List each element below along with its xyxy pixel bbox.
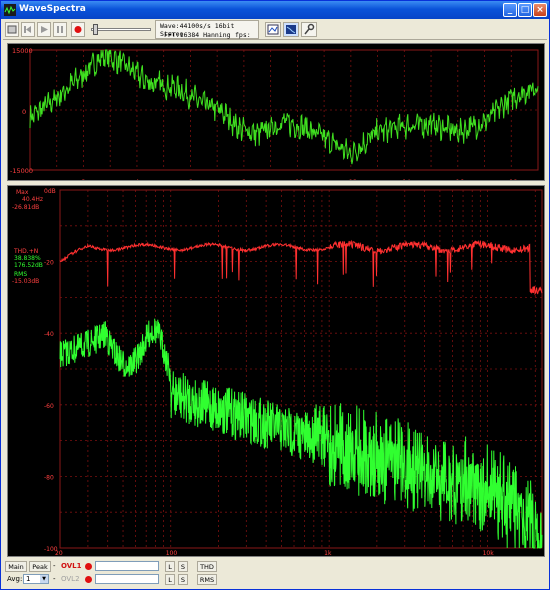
waveform-x-tick-label: 2 bbox=[81, 178, 85, 180]
avg-select[interactable]: 1 ▼ bbox=[23, 574, 49, 584]
chevron-down-icon[interactable]: ▼ bbox=[40, 575, 48, 583]
app-icon bbox=[4, 4, 16, 16]
maximize-button[interactable]: □ bbox=[518, 3, 532, 17]
ovl1-led-icon bbox=[85, 563, 92, 570]
play-icon[interactable] bbox=[37, 22, 51, 37]
fps-label: fps: bbox=[235, 31, 251, 39]
avg-label: Avg: bbox=[7, 575, 23, 583]
avg-select-value: 1 bbox=[26, 575, 31, 583]
ovl2-l-button[interactable]: L bbox=[165, 574, 175, 585]
rms-label: RMS bbox=[14, 271, 27, 278]
rms-button[interactable]: RMS bbox=[197, 574, 217, 585]
open-file-icon[interactable] bbox=[5, 22, 19, 37]
waveform-x-tick-label: 14 bbox=[402, 178, 410, 180]
thd-button[interactable]: THD bbox=[197, 561, 217, 572]
spectrum-y-tick-label: -80 bbox=[44, 474, 54, 481]
waveform-x-tick-label: 12 bbox=[349, 178, 357, 180]
spectrum-y-tick-label: -40 bbox=[44, 331, 54, 338]
thd-trace bbox=[59, 239, 543, 296]
waveform-x-tick-label: 6 bbox=[188, 178, 192, 180]
max-freq-value: 40.4Hz bbox=[22, 196, 43, 203]
waveform-x-tick-label: 18 bbox=[509, 178, 517, 180]
spectrum-x-tick-label: 20 bbox=[55, 550, 63, 556]
ovl1-s-button[interactable]: S bbox=[178, 561, 188, 572]
ovl2-s-button[interactable]: S bbox=[178, 574, 188, 585]
ovl1-label: OVL1 bbox=[61, 562, 82, 570]
window-title: WaveSpectra bbox=[19, 4, 86, 14]
ovl1-l-button[interactable]: L bbox=[165, 561, 175, 572]
waveform-trace bbox=[29, 49, 539, 165]
position-slider-thumb[interactable] bbox=[93, 24, 98, 35]
max-label: Max bbox=[16, 189, 29, 196]
max-level-value: -26.81dB bbox=[12, 204, 39, 211]
spectrum-y-tick-label: -60 bbox=[44, 403, 54, 410]
fft-info: FFT:16384 Hanning bbox=[164, 31, 231, 39]
title-bar[interactable]: WaveSpectra _ □ × bbox=[1, 1, 549, 19]
position-slider-track[interactable] bbox=[91, 28, 151, 31]
ovl2-level-meter bbox=[95, 574, 159, 584]
record-icon[interactable] bbox=[71, 22, 85, 37]
thd-value-2: 176.52dB bbox=[14, 262, 43, 269]
main-button[interactable]: Main bbox=[5, 561, 27, 572]
waveform-panel: 15000 0 -15000 2 4 6 8 10 12 14 16 18 ms bbox=[7, 43, 545, 186]
waveform-y-label: 15000 bbox=[12, 47, 33, 55]
ovl2-label: OVL2 bbox=[61, 575, 80, 583]
waveform-x-tick-label: 4 bbox=[135, 178, 139, 180]
waveform-x-tick-label: 8 bbox=[242, 178, 246, 180]
spectrum-view-icon[interactable] bbox=[283, 22, 299, 37]
thd-value-1: 38.838% bbox=[14, 255, 41, 262]
waveform-x-unit: ms bbox=[491, 178, 501, 180]
spectrum-y-tick-label: -20 bbox=[44, 260, 54, 267]
waveform-plot[interactable]: 15000 0 -15000 2 4 6 8 10 12 14 16 18 ms bbox=[8, 44, 544, 186]
minimize-button[interactable]: _ bbox=[503, 3, 517, 17]
spectrum-x-tick-label: 100 bbox=[166, 550, 178, 556]
waveform-x-tick-label: 10 bbox=[295, 178, 303, 180]
spectrum-y-tick-label: 0dB bbox=[44, 188, 56, 195]
thd-label: THD.+N bbox=[13, 248, 38, 255]
toolbar: Wave:44100s/s 16bit Stereo FFT:16384 Han… bbox=[3, 20, 547, 40]
spectrum-panel: 0dB -20 -40 -60 -80 -100 20 100 1k 10k Max 40.4H… bbox=[7, 185, 545, 557]
ovl1-level-meter bbox=[95, 561, 159, 571]
pause-icon[interactable] bbox=[53, 22, 67, 37]
spectrum-x-tick-label: 1k bbox=[324, 550, 332, 556]
app-window: WaveSpectra _ □ × Wave:44100s/s 16bit St… bbox=[0, 0, 550, 590]
rewind-icon[interactable] bbox=[21, 22, 35, 37]
spectrum-plot[interactable]: 0dB-20-40-60-80-100 20 100 1k 10k Max 40.4H… bbox=[8, 186, 544, 557]
close-button[interactable]: × bbox=[533, 3, 547, 17]
rms-value: -15.03dB bbox=[12, 278, 39, 285]
ovl2-led-icon bbox=[85, 576, 92, 583]
tool-wrench-icon[interactable] bbox=[301, 22, 317, 37]
peak-button[interactable]: Peak bbox=[29, 561, 51, 572]
waveform-x-tick-label: 16 bbox=[456, 178, 464, 180]
waveform-y-label: -15000 bbox=[10, 167, 33, 175]
waveform-y-label: 0 bbox=[22, 108, 26, 116]
spectrum-trace bbox=[59, 318, 543, 549]
spectrum-x-tick-label: 10k bbox=[483, 550, 495, 556]
settings-icon[interactable] bbox=[265, 22, 281, 37]
status-bar: Main Peak - OVL1 L S THD Avg: 1 ▼ - OVL2… bbox=[3, 559, 547, 589]
